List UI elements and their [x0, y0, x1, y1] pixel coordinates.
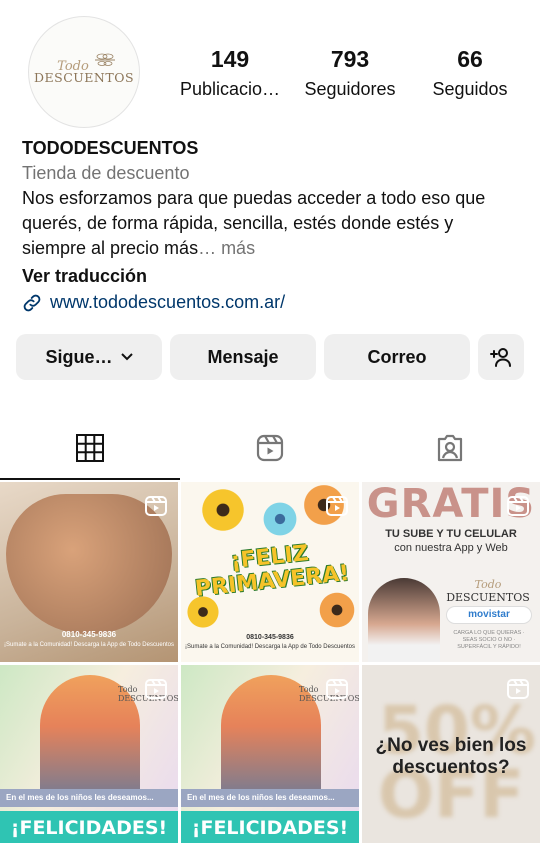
- website-link[interactable]: www.tododescuentos.com.ar/: [22, 290, 522, 315]
- post-subheadline: TU SUBE Y TU CELULAR: [385, 528, 517, 540]
- post-headline: ¡FELICIDADES!: [0, 811, 178, 843]
- partner-badge: movistar: [446, 606, 532, 624]
- following-button[interactable]: Sigue…: [16, 334, 162, 380]
- reel-indicator-icon: [507, 496, 529, 516]
- stat-following-label: Seguidos: [432, 79, 508, 99]
- add-user-button[interactable]: [478, 334, 524, 380]
- flower-shape: [317, 590, 357, 630]
- post-caption: ¡Sumate a la Comunidad! Descarga la App …: [185, 644, 355, 650]
- reel-indicator-icon: [326, 679, 348, 699]
- profile-avatar[interactable]: Todo DESCUENTOS: [28, 16, 140, 128]
- stat-following-value: 66: [457, 46, 483, 72]
- stat-following[interactable]: 66 Seguidos: [410, 44, 530, 104]
- email-button-label: Correo: [367, 346, 427, 367]
- message-button-label: Mensaje: [207, 346, 279, 367]
- website-url: www.tododescuentos.com.ar/: [50, 292, 286, 312]
- message-button[interactable]: Mensaje: [170, 334, 316, 380]
- stat-posts-value: 149: [210, 46, 250, 72]
- chevron-down-icon: [120, 353, 133, 361]
- grid-icon: [76, 434, 104, 462]
- profile-category: Tienda de descuento: [22, 163, 190, 183]
- tab-tagged[interactable]: [360, 416, 540, 480]
- link-icon: [23, 294, 41, 311]
- following-button-label: Sigue…: [45, 346, 113, 367]
- tagged-icon: [437, 434, 463, 462]
- profile-stats: 149 Publicacio… 793 Seguidores 66 Seguid…: [170, 44, 530, 104]
- profile-header: Todo DESCUENTOS 149 Publicacio… 793 Segu…: [0, 0, 540, 135]
- post-photo: [368, 578, 440, 662]
- post-thumbnail[interactable]: 0810-345-9836 ¡Sumate a la Comunidad! De…: [0, 482, 178, 662]
- post-thumbnail[interactable]: 50% OFF ¿No ves bien los descuentos?: [362, 665, 540, 843]
- dragonfly-icon: [95, 53, 115, 66]
- avatar-logo-main: DESCUENTOS: [33, 70, 135, 85]
- post-thumbnail[interactable]: Todo DESCUENTOS En el mes de los niños l…: [181, 665, 359, 843]
- post-banner: En el mes de los niños les deseamos...: [0, 789, 178, 807]
- post-caption: ¡Sumate a la Comunidad! Descarga la App …: [4, 642, 174, 648]
- post-thumbnail[interactable]: GRATIS TU SUBE Y TU CELULAR con nuestra …: [362, 482, 540, 662]
- tab-reels[interactable]: [180, 416, 360, 480]
- tab-grid[interactable]: [0, 416, 180, 480]
- translate-link[interactable]: Ver traducción: [22, 264, 522, 289]
- reel-indicator-icon: [507, 679, 529, 699]
- stat-followers-value: 793: [330, 46, 370, 72]
- bio-text: Nos esforzamos para que puedas acceder a…: [22, 186, 522, 261]
- post-phone: 0810-345-9836: [61, 630, 117, 639]
- profile-tabs: [0, 416, 540, 480]
- stat-posts-label: Publicacio…: [179, 79, 281, 99]
- reel-indicator-icon: [326, 496, 348, 516]
- profile-name: TODODESCUENTOS: [22, 138, 199, 158]
- posts-grid: 0810-345-9836 ¡Sumate a la Comunidad! De…: [0, 482, 540, 843]
- flower-shape: [199, 486, 247, 534]
- post-brand-small: Todo: [474, 578, 502, 591]
- post-brand: Todo DESCUENTOS: [446, 578, 530, 604]
- email-button[interactable]: Correo: [324, 334, 470, 380]
- flower-shape: [261, 500, 299, 538]
- stat-followers[interactable]: 793 Seguidores: [290, 44, 410, 104]
- post-headline: ¡FELICIDADES!: [181, 811, 359, 843]
- reel-indicator-icon: [145, 496, 167, 516]
- post-fine-print: CARGA LO QUE QUIERAS · SEAS SOCIO O NO ·…: [453, 630, 525, 650]
- post-thumbnail[interactable]: Todo DESCUENTOS En el mes de los niños l…: [0, 665, 178, 843]
- reels-icon: [256, 434, 284, 462]
- reel-indicator-icon: [145, 679, 167, 699]
- add-user-icon: [490, 348, 511, 367]
- post-banner: En el mes de los niños les deseamos...: [181, 789, 359, 807]
- post-thumbnail[interactable]: ¡FELIZ PRIMAVERA! 0810-345-9836 ¡Sumate …: [181, 482, 359, 662]
- stat-followers-label: Seguidores: [304, 79, 396, 99]
- profile-bio: TODODESCUENTOS Tienda de descuento Nos e…: [22, 136, 522, 315]
- post-headline: ¿No ves bien los descuentos?: [375, 735, 527, 778]
- post-phone: 0810-345-9836: [246, 634, 294, 641]
- profile-actions: Sigue… Mensaje Correo: [16, 334, 524, 380]
- stat-posts[interactable]: 149 Publicacio…: [170, 44, 290, 104]
- bio-more-link[interactable]: … más: [198, 238, 255, 258]
- post-brand-main: DESCUENTOS: [446, 591, 530, 604]
- post-subheadline-2: con nuestra App y Web: [394, 542, 508, 554]
